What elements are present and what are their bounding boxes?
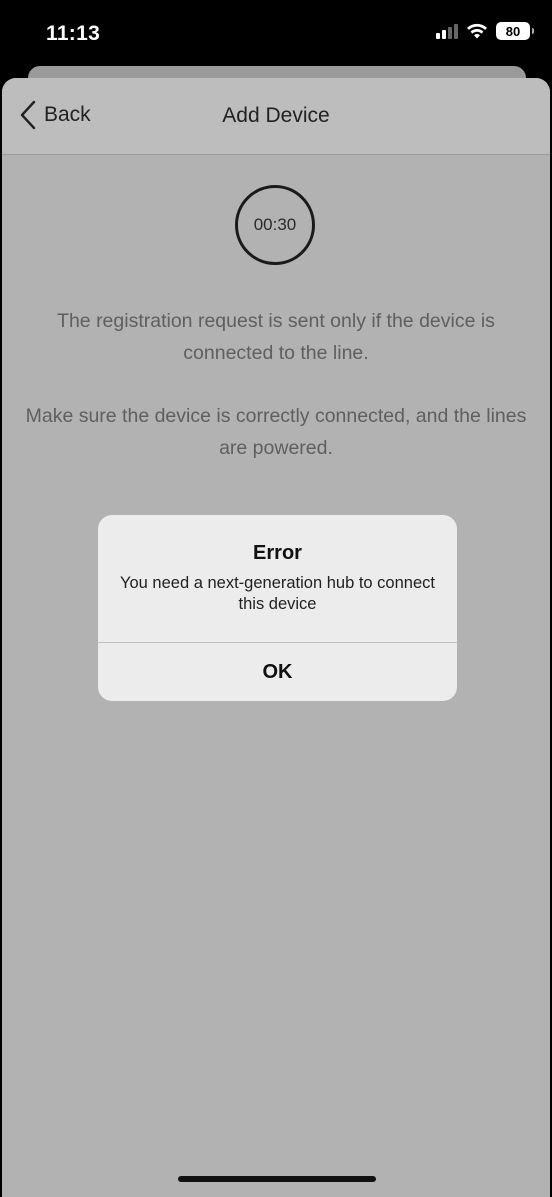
alert-message: You need a next-generation hub to connec…	[120, 574, 435, 613]
countdown-timer: 00:30	[235, 185, 315, 265]
home-indicator[interactable]	[178, 1176, 376, 1182]
ok-button[interactable]: OK	[98, 643, 457, 701]
add-device-sheet: Back Add Device 00:30 The registration r…	[2, 78, 550, 1197]
connection-info-text: Make sure the device is correctly connec…	[25, 405, 527, 459]
error-alert: Error You need a next-generation hub to …	[98, 515, 457, 701]
status-time: 11:13	[46, 22, 101, 45]
battery-icon: 80	[496, 22, 534, 40]
cellular-signal-icon	[436, 23, 458, 39]
registration-info-text: The registration request is sent only if…	[57, 310, 495, 364]
status-bar: 11:13 80	[0, 0, 552, 70]
navigation-bar: Back Add Device	[2, 78, 550, 155]
alert-title: Error	[253, 542, 302, 564]
status-icons: 80	[436, 22, 534, 40]
screen: 11:13 80 Back Add Device 00:30 The regis…	[0, 0, 552, 1197]
wifi-icon	[467, 23, 487, 38]
page-title: Add Device	[222, 104, 330, 127]
